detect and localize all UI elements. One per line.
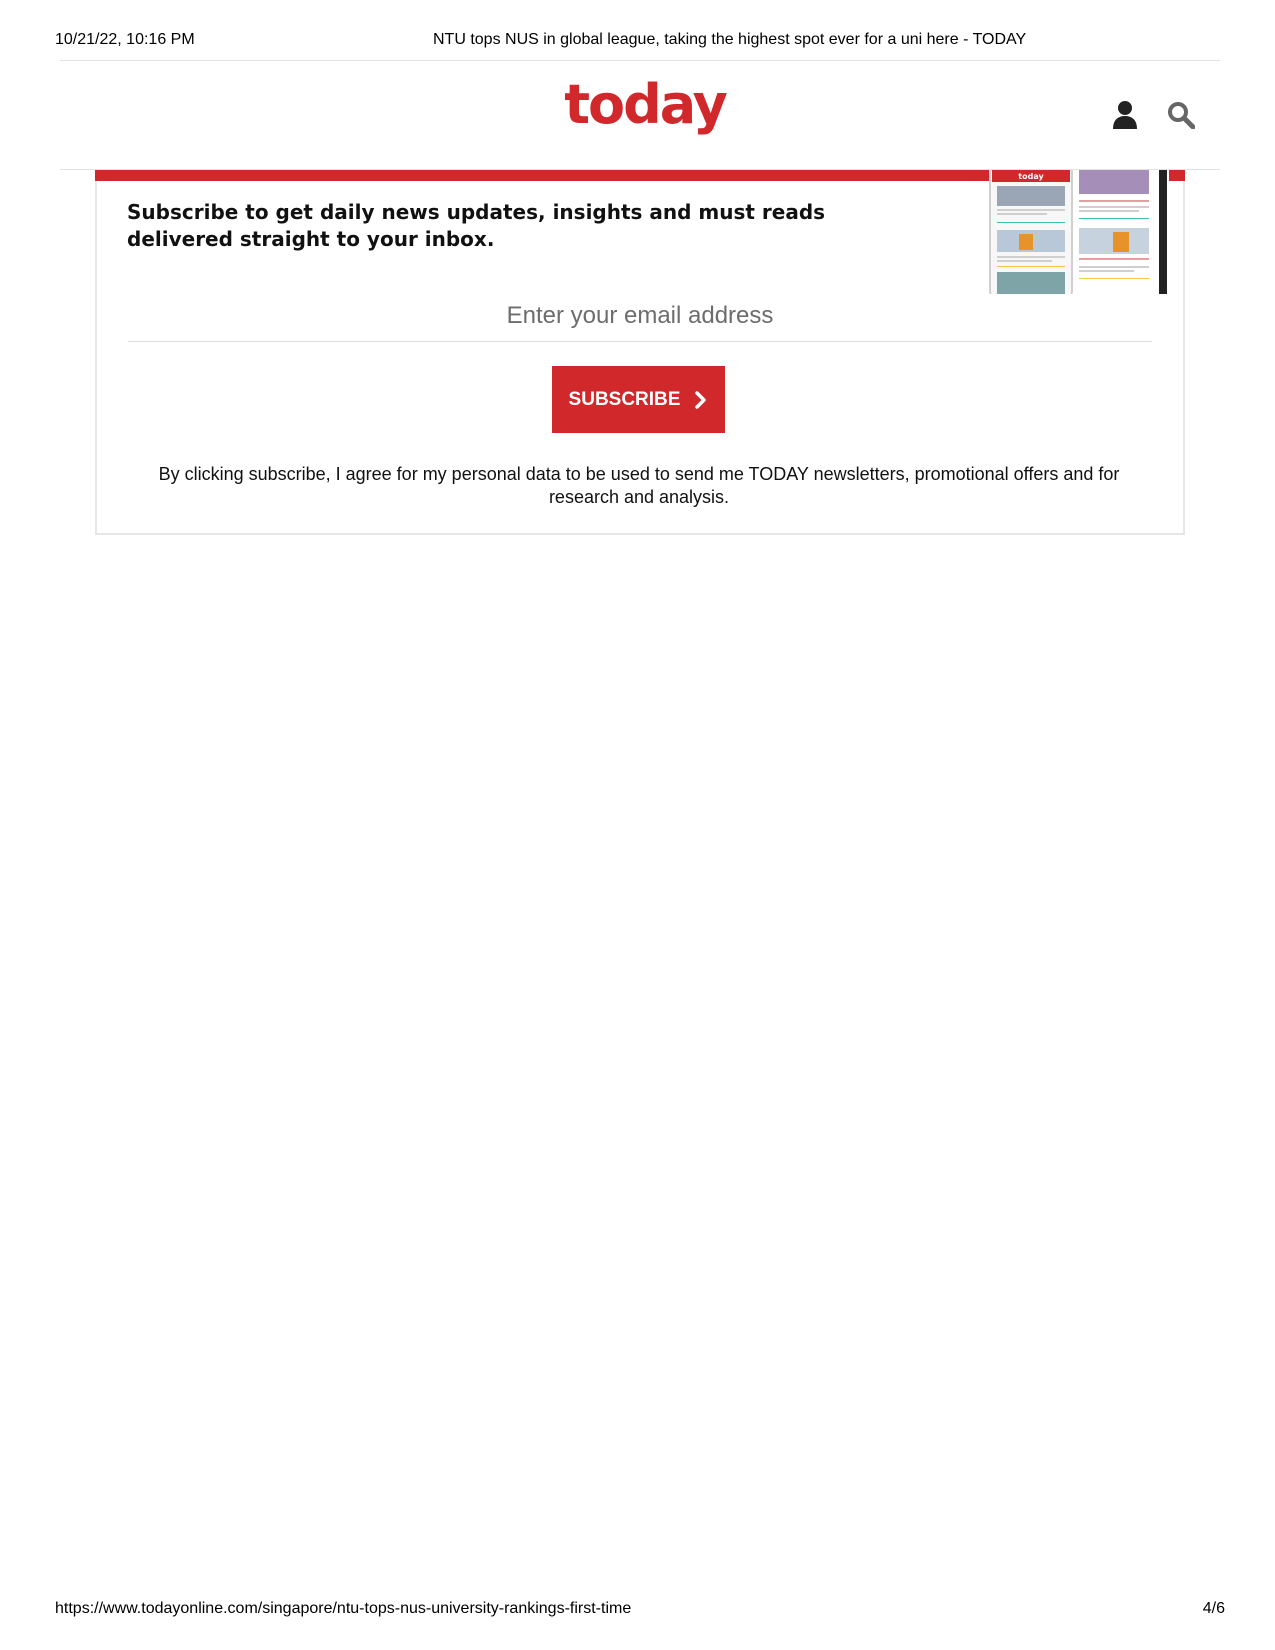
logo-text: today <box>564 79 727 136</box>
print-datetime: 10/21/22, 10:16 PM <box>55 31 195 48</box>
newsletter-preview-image: today <box>989 170 1169 294</box>
today-logo[interactable]: today <box>550 79 740 141</box>
consent-text: By clicking subscribe, I agree for my pe… <box>158 464 1120 507</box>
print-url: https://www.todayonline.com/singapore/nt… <box>55 1600 632 1617</box>
email-input[interactable] <box>128 290 1152 342</box>
print-header: 10/21/22, 10:16 PM NTU tops NUS in globa… <box>0 31 1275 51</box>
preview-logo-text: today <box>1018 172 1044 181</box>
user-icon[interactable] <box>1113 101 1137 129</box>
print-footer: https://www.todayonline.com/singapore/nt… <box>55 1600 1225 1620</box>
page-number: 4/6 <box>1202 1600 1225 1617</box>
print-page-title: NTU tops NUS in global league, taking th… <box>433 31 1027 48</box>
subscribe-button-label: SUBSCRIBE <box>568 388 681 410</box>
search-icon[interactable] <box>1167 101 1195 129</box>
newsletter-headline: Subscribe to get daily news updates, ins… <box>127 200 826 251</box>
chevron-right-icon <box>695 390 707 409</box>
site-header: today <box>60 60 1220 170</box>
subscribe-button[interactable]: SUBSCRIBE <box>552 366 725 433</box>
